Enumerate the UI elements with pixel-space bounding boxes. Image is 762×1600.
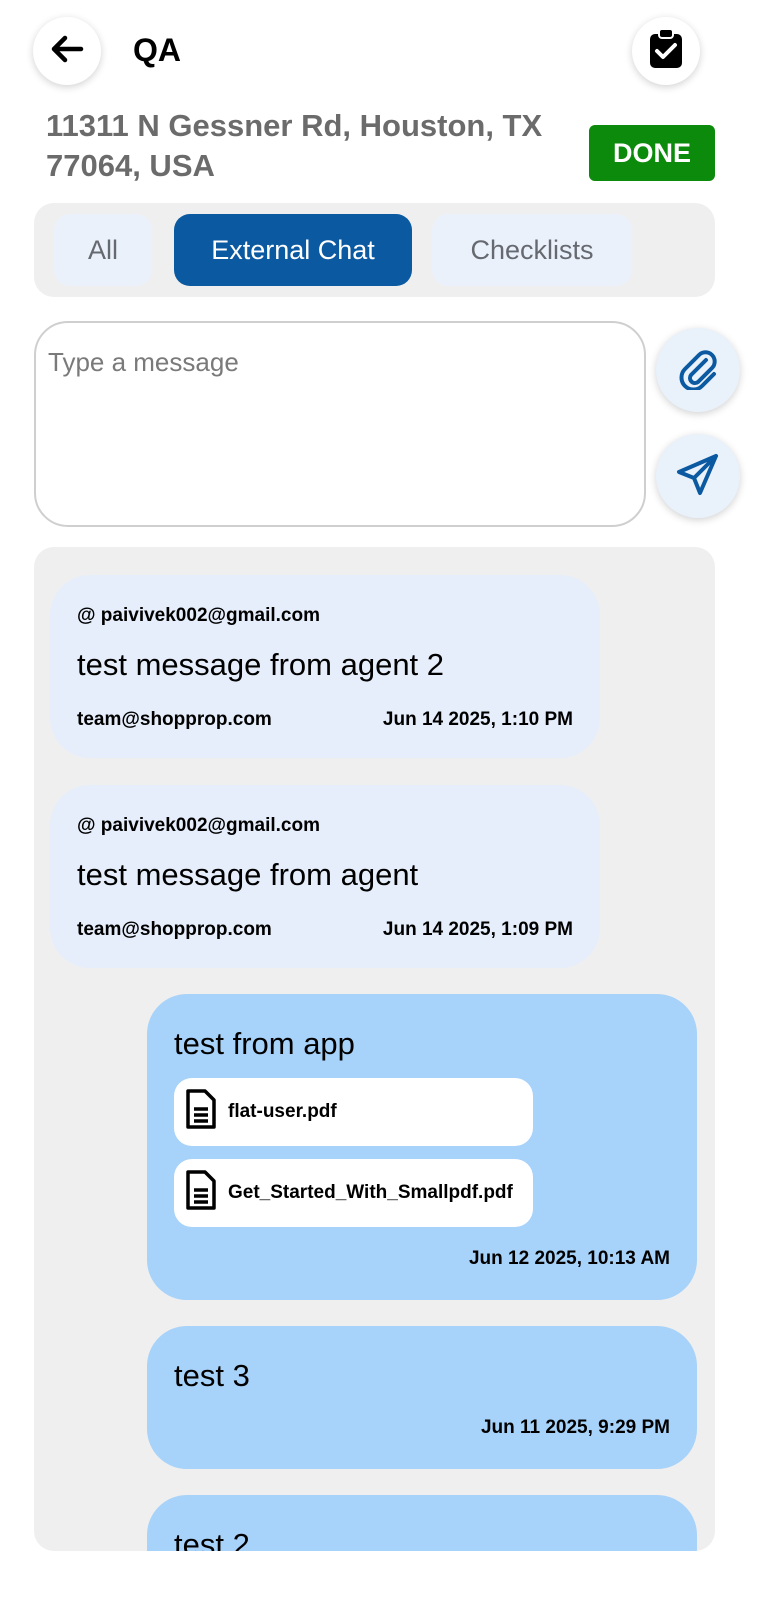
message-time: Jun 12 2025, 10:13 AM bbox=[468, 1248, 670, 1269]
document-icon bbox=[184, 1088, 228, 1136]
paperclip-icon bbox=[676, 346, 720, 395]
page-title: QA bbox=[133, 32, 181, 68]
attachment-name: Get_Started_With_Smallpdf.pdf bbox=[228, 1182, 513, 1203]
message-text: test 3 bbox=[174, 1358, 250, 1393]
send-button[interactable] bbox=[656, 434, 740, 518]
message-time: Jun 14 2025, 1:09 PM bbox=[382, 919, 573, 940]
message-time: Jun 11 2025, 9:29 PM bbox=[480, 1417, 670, 1438]
message-bubble: @ paivivek002@gmail.com test message fro… bbox=[50, 785, 600, 968]
message-bubble: @ paivivek002@gmail.com test message fro… bbox=[50, 575, 600, 758]
chat-messages[interactable]: @ paivivek002@gmail.com test message fro… bbox=[34, 547, 715, 1551]
done-button[interactable]: DONE bbox=[589, 125, 715, 181]
message-text: test 2 bbox=[174, 1527, 250, 1551]
message-bubble: test from app flat-user.pdf Get_Started_… bbox=[147, 994, 697, 1300]
attachment-name: flat-user.pdf bbox=[228, 1101, 337, 1122]
tab-checklists[interactable]: Checklists bbox=[432, 214, 632, 286]
tab-external-chat[interactable]: External Chat bbox=[174, 214, 412, 286]
back-button[interactable] bbox=[33, 17, 101, 85]
clipboard-check-icon bbox=[648, 27, 684, 75]
message-bubble: test 2 bbox=[147, 1495, 697, 1551]
message-bubble: test 3 Jun 11 2025, 9:29 PM bbox=[147, 1326, 697, 1469]
document-icon bbox=[184, 1169, 228, 1217]
message-mention: @ paivivek002@gmail.com bbox=[77, 815, 321, 836]
property-address: 11311 N Gessner Rd, Houston, TX 77064, U… bbox=[46, 108, 543, 183]
checklist-button[interactable] bbox=[632, 17, 700, 85]
tab-all[interactable]: All bbox=[54, 214, 152, 286]
attachment-item[interactable]: flat-user.pdf bbox=[174, 1078, 533, 1146]
message-mention: @ paivivek002@gmail.com bbox=[77, 605, 321, 626]
send-icon bbox=[675, 451, 721, 502]
tab-bar: All External Chat Checklists bbox=[34, 203, 715, 297]
message-time: Jun 14 2025, 1:10 PM bbox=[382, 709, 573, 730]
message-text: test from app bbox=[174, 1026, 355, 1061]
message-input[interactable]: Type a message bbox=[34, 321, 646, 527]
message-sender: team@shopprop.com bbox=[77, 709, 272, 730]
attachment-item[interactable]: Get_Started_With_Smallpdf.pdf bbox=[174, 1159, 533, 1227]
message-text: test message from agent 2 bbox=[77, 647, 445, 682]
back-arrow-icon bbox=[47, 29, 87, 74]
message-text: test message from agent bbox=[77, 857, 419, 892]
message-sender: team@shopprop.com bbox=[77, 919, 272, 940]
attach-button[interactable] bbox=[656, 328, 740, 412]
